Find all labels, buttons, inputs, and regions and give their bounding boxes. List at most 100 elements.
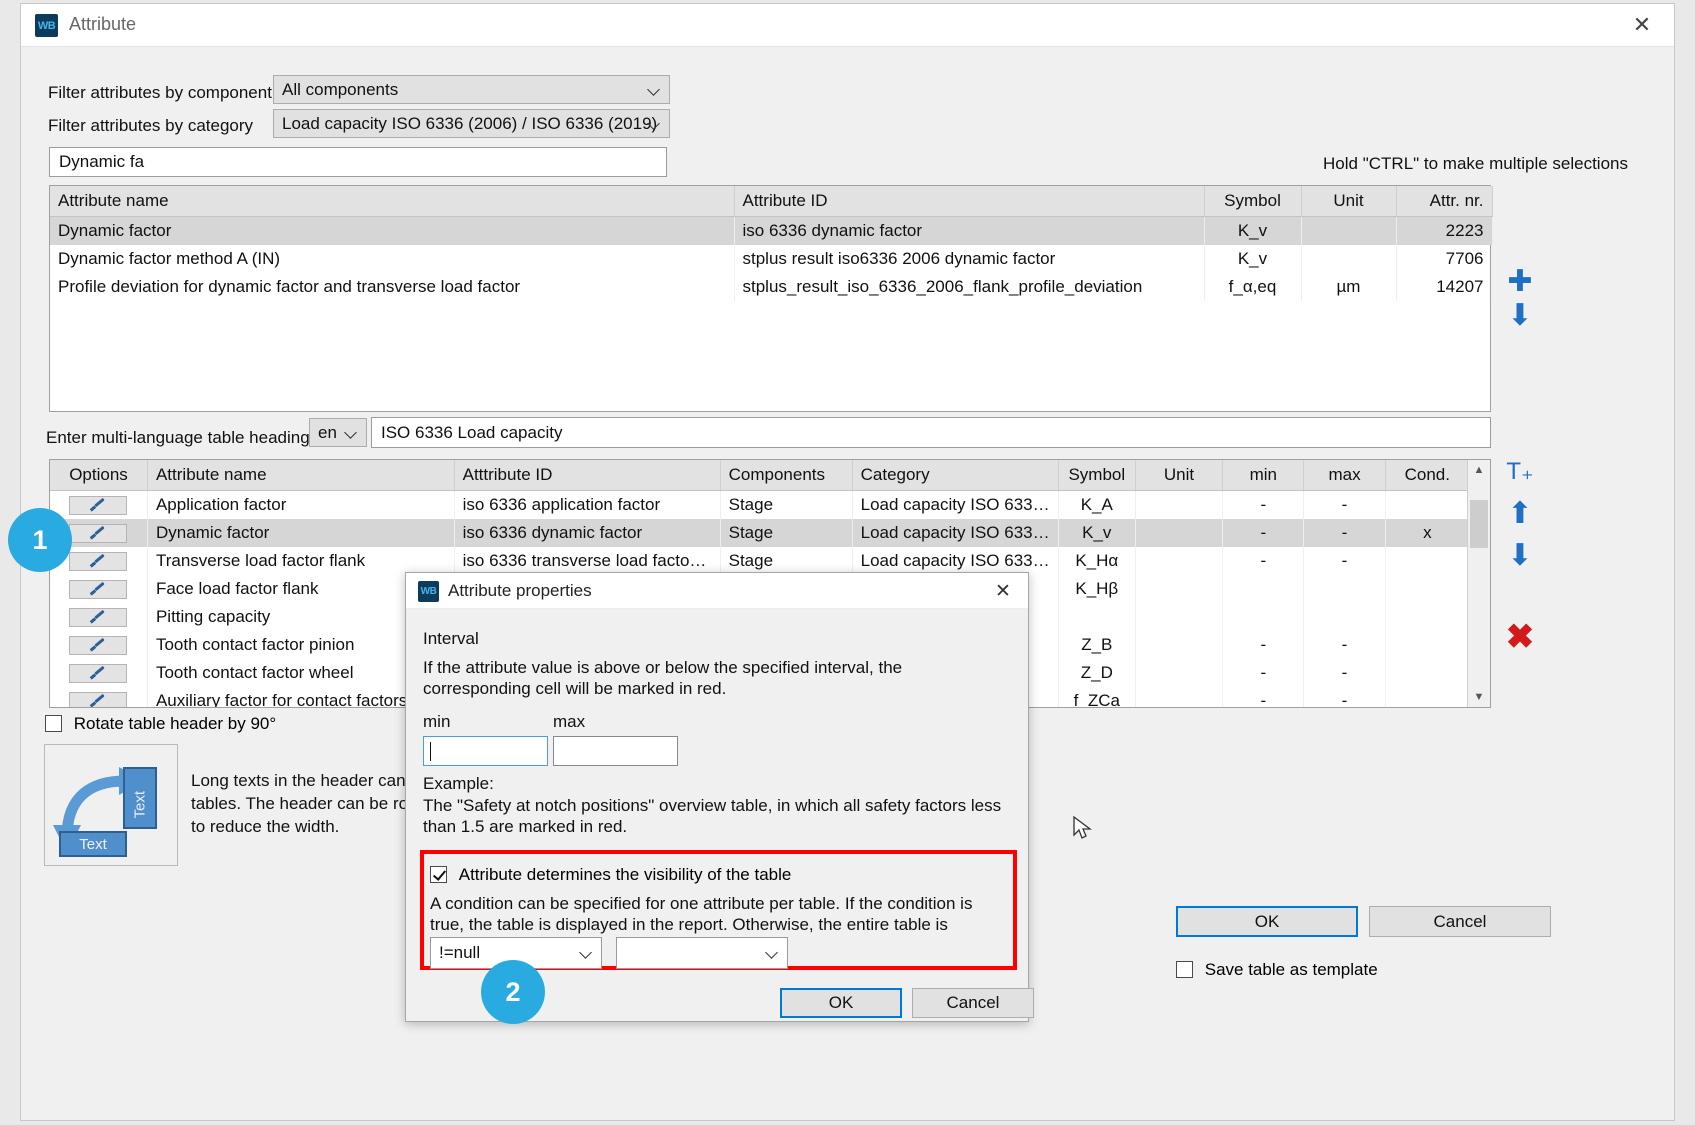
- dialog-ok-button[interactable]: OK: [780, 988, 902, 1018]
- col-unit[interactable]: Unit: [1135, 460, 1222, 491]
- pencil-icon[interactable]: [69, 524, 127, 543]
- cell-options[interactable]: [50, 491, 147, 520]
- cell-cond: [1385, 575, 1469, 603]
- col-options[interactable]: Options: [50, 460, 147, 491]
- table-row[interactable]: Transverse load factor flank iso 6336 tr…: [50, 547, 1470, 575]
- pencil-icon[interactable]: [69, 552, 127, 571]
- table-row[interactable]: Dynamic factor iso 6336 dynamic factor K…: [50, 217, 1492, 246]
- table-heading-input[interactable]: ISO 6336 Load capacity: [371, 417, 1491, 448]
- search-results-table: Attribute name Attribute ID Symbol Unit …: [50, 186, 1493, 301]
- rotated-text-chip: Text: [123, 767, 157, 829]
- cell-name: Dynamic factor: [147, 519, 454, 547]
- chevron-down-icon: [648, 114, 660, 134]
- col-min[interactable]: min: [1223, 460, 1304, 491]
- move-row-up-button[interactable]: ⬆: [1500, 494, 1540, 534]
- pencil-icon[interactable]: [69, 580, 127, 599]
- col-symbol[interactable]: Symbol: [1058, 460, 1135, 491]
- cell-unit: [1135, 575, 1222, 603]
- col-cond[interactable]: Cond.: [1385, 460, 1469, 491]
- rotate-preview-image: Text Text: [44, 744, 178, 866]
- table-scrollbar[interactable]: ▲ ▼: [1467, 460, 1490, 707]
- cell-nr: 2223: [1396, 217, 1492, 246]
- cell-min: -: [1223, 519, 1304, 547]
- cell-symbol: Z_D: [1058, 659, 1135, 687]
- col-attribute-id[interactable]: Attribute ID: [734, 186, 1204, 217]
- horizontal-text-chip: Text: [59, 831, 127, 857]
- search-results-header-row: Attribute name Attribute ID Symbol Unit …: [50, 186, 1492, 217]
- save-template-label: Save table as template: [1205, 960, 1378, 979]
- checkbox-box[interactable]: [430, 866, 447, 883]
- filter-category-select[interactable]: Load capacity ISO 6336 (2006) / ISO 6336…: [273, 109, 670, 138]
- cancel-button[interactable]: Cancel: [1369, 906, 1551, 937]
- table-row[interactable]: Dynamic factor method A (IN) stplus resu…: [50, 245, 1492, 273]
- table-row[interactable]: Profile deviation for dynamic factor and…: [50, 273, 1492, 301]
- cell-name: Application factor: [147, 491, 454, 520]
- filter-component-value: All components: [282, 80, 398, 100]
- add-table-row-button[interactable]: T₊: [1500, 452, 1540, 492]
- cell-category: Load capacity ISO 6336 (2...: [852, 547, 1058, 575]
- col-category[interactable]: Category: [852, 460, 1058, 491]
- col-symbol[interactable]: Symbol: [1204, 186, 1301, 217]
- min-input[interactable]: [423, 736, 548, 766]
- dialog-close-icon[interactable]: ✕: [984, 577, 1022, 605]
- scrollbar-thumb[interactable]: [1470, 500, 1488, 548]
- col-max[interactable]: max: [1304, 460, 1385, 491]
- move-to-table-button[interactable]: ⬇: [1500, 296, 1540, 336]
- scroll-up-icon[interactable]: ▲: [1468, 460, 1490, 480]
- chevron-down-icon: [648, 80, 660, 100]
- pencil-icon[interactable]: [69, 692, 127, 708]
- col-attribute-name[interactable]: Attribute name: [147, 460, 454, 491]
- rotate-header-checkbox[interactable]: Rotate table header by 90°: [45, 714, 276, 734]
- condition-value-select[interactable]: [616, 937, 788, 969]
- cell-nr: 14207: [1396, 273, 1492, 301]
- cell-options[interactable]: [50, 603, 147, 631]
- cell-symbol: K_v: [1058, 519, 1135, 547]
- delete-row-button[interactable]: ✖: [1500, 617, 1540, 657]
- col-components[interactable]: Components: [720, 460, 852, 491]
- cell-symbol: [1058, 603, 1135, 631]
- attribute-window: WB Attribute ✕ Filter attributes by comp…: [20, 3, 1675, 1121]
- checkbox-box[interactable]: [1176, 961, 1193, 978]
- cell-min: -: [1223, 491, 1304, 520]
- col-attribute-id[interactable]: Atttribute ID: [454, 460, 720, 491]
- table-row[interactable]: Application factor iso 6336 application …: [50, 491, 1470, 520]
- cell-symbol: K_A: [1058, 491, 1135, 520]
- search-input[interactable]: Dynamic fa: [49, 147, 667, 177]
- cell-cond: x: [1385, 519, 1469, 547]
- cell-unit: [1135, 687, 1222, 708]
- close-icon[interactable]: ✕: [1620, 10, 1664, 40]
- search-results-list[interactable]: Attribute name Attribute ID Symbol Unit …: [49, 185, 1491, 412]
- col-attr-nr[interactable]: Attr. nr.: [1396, 186, 1492, 217]
- cell-name: Transverse load factor flank: [147, 547, 454, 575]
- pencil-icon[interactable]: [69, 636, 127, 655]
- pencil-icon[interactable]: [69, 664, 127, 683]
- language-select[interactable]: en: [309, 418, 367, 447]
- ok-button[interactable]: OK: [1176, 906, 1358, 937]
- max-input[interactable]: [553, 736, 678, 766]
- cell-min: [1223, 575, 1304, 603]
- move-row-down-button[interactable]: ⬇: [1500, 536, 1540, 576]
- filter-category-value: Load capacity ISO 6336 (2006) / ISO 6336…: [282, 114, 657, 134]
- cell-min: [1223, 603, 1304, 631]
- visibility-checkbox[interactable]: Attribute determines the visibility of t…: [430, 865, 791, 885]
- pencil-icon[interactable]: [69, 496, 127, 515]
- dialog-cancel-button[interactable]: Cancel: [912, 988, 1034, 1018]
- col-unit[interactable]: Unit: [1301, 186, 1396, 217]
- pencil-icon[interactable]: [69, 608, 127, 627]
- cell-id: stplus_result_iso_6336_2006_flank_profil…: [734, 273, 1204, 301]
- condition-operator-value: !=null: [439, 943, 480, 963]
- window-titlebar: WB Attribute ✕: [21, 4, 1674, 47]
- checkbox-box[interactable]: [45, 715, 62, 732]
- table-row[interactable]: Dynamic factor iso 6336 dynamic factor S…: [50, 519, 1470, 547]
- save-template-checkbox[interactable]: Save table as template: [1176, 960, 1378, 980]
- scroll-down-icon[interactable]: ▼: [1468, 687, 1490, 707]
- filter-component-select[interactable]: All components: [273, 75, 670, 104]
- col-attribute-name[interactable]: Attribute name: [50, 186, 734, 217]
- cell-options[interactable]: [50, 575, 147, 603]
- cell-options[interactable]: [50, 659, 147, 687]
- arrow-up-icon: ⬆: [1507, 499, 1532, 529]
- cell-options[interactable]: [50, 631, 147, 659]
- cell-nr: 7706: [1396, 245, 1492, 273]
- cell-unit: [1135, 659, 1222, 687]
- cell-options[interactable]: [50, 687, 147, 708]
